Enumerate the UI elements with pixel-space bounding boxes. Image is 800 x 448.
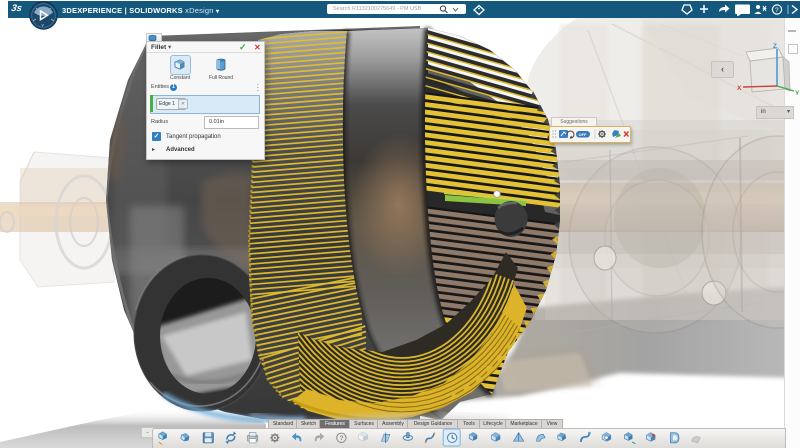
svg-text:Y: Y: [795, 90, 800, 97]
svg-text:?: ?: [775, 7, 779, 14]
svg-text:Z: Z: [773, 43, 777, 50]
svg-text:?: ?: [339, 435, 343, 442]
svg-text:OFF: OFF: [579, 132, 588, 137]
svg-text:X: X: [737, 85, 742, 92]
